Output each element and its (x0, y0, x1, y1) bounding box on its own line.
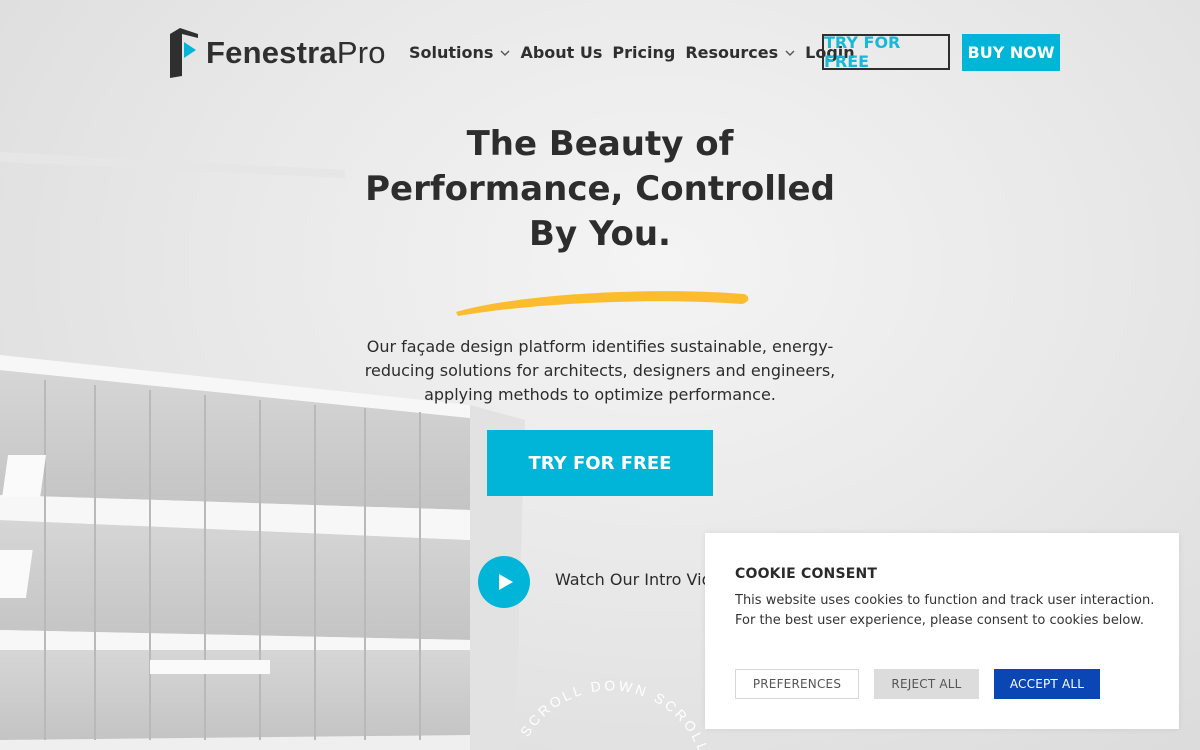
buy-now-button[interactable]: BUY NOW (962, 34, 1060, 71)
cookie-consent-panel: COOKIE CONSENT This website uses cookies… (705, 533, 1179, 729)
chevron-down-icon (785, 50, 795, 56)
main-nav: Solutions About Us Pricing Resources Log… (409, 34, 865, 71)
nav-item-pricing[interactable]: Pricing (612, 43, 675, 62)
cookie-reject-all-button[interactable]: REJECT ALL (874, 669, 979, 699)
cookie-accept-all-button[interactable]: ACCEPT ALL (994, 669, 1100, 699)
cookie-preferences-button[interactable]: PREFERENCES (735, 669, 859, 699)
try-for-free-cta-button[interactable]: TRY FOR FREE (487, 430, 713, 496)
logo-mark-icon (170, 28, 198, 78)
nav-item-resources[interactable]: Resources (685, 43, 795, 62)
nav-item-label: Solutions (409, 43, 494, 62)
watch-intro-video-link[interactable]: Watch Our Intro Vid (555, 570, 712, 589)
svg-text:SCROLL DOWN SCROLL DOWN: SCROLL DOWN SCROLL DOWN (500, 660, 712, 750)
nav-item-about[interactable]: About Us (520, 43, 602, 62)
scroll-down-text: SCROLL DOWN SCROLL DOWN (500, 660, 709, 750)
try-for-free-nav-button[interactable]: TRY FOR FREE (822, 33, 950, 71)
swoosh-underline (456, 291, 749, 316)
nav-item-label: Pricing (612, 43, 676, 62)
hero-title: The Beauty of Performance, Controlled By… (365, 124, 835, 254)
hero-description: Our façade design platform identifies su… (364, 337, 836, 404)
hero-section: The Beauty of Performance, Controlled By… (340, 122, 860, 257)
cookie-title: COOKIE CONSENT (735, 566, 878, 582)
play-video-button[interactable] (478, 556, 530, 608)
site-header: FenestraPro Solutions About Us Pricing R… (0, 0, 1200, 105)
nav-item-label: About Us (520, 43, 603, 62)
nav-item-solutions[interactable]: Solutions (409, 43, 510, 62)
cookie-text: This website uses cookies to function an… (735, 593, 1155, 628)
brand-name: FenestraPro (206, 35, 386, 70)
brand-logo[interactable]: FenestraPro (170, 28, 386, 78)
nav-item-label: Resources (685, 43, 779, 62)
scroll-down-indicator: SCROLL DOWN SCROLL DOWN (500, 660, 712, 750)
play-icon (498, 574, 513, 590)
chevron-down-icon (500, 50, 510, 56)
